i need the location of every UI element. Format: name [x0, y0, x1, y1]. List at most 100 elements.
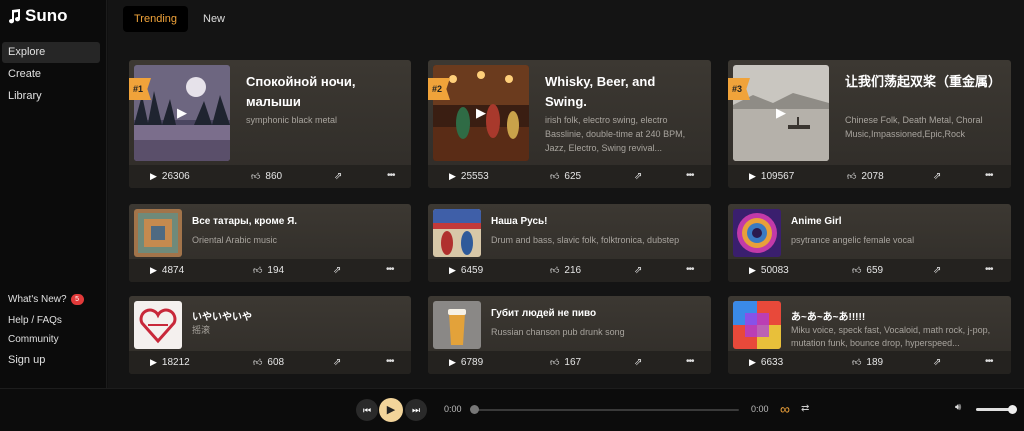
more-icon[interactable]: •••: [686, 170, 694, 181]
whats-new-label: What's New?: [8, 294, 67, 305]
suno-logo[interactable]: Suno: [8, 6, 68, 26]
share-icon[interactable]: ⇗: [634, 357, 642, 368]
song-title[interactable]: Все татары, кроме Я.: [192, 216, 402, 227]
featured-song-card[interactable]: ▶ #3 让我们荡起双桨（重金属） Chinese Folk, Death Me…: [728, 60, 1011, 188]
volume-icon[interactable]: 🔊︎: [955, 402, 961, 413]
play-count-value: 6789: [460, 357, 484, 368]
play-icon: ▶: [749, 171, 756, 181]
play-count[interactable]: ▶ 6789: [449, 357, 483, 368]
song-title[interactable]: Наша Русь!: [491, 216, 701, 227]
play-count[interactable]: ▶ 6633: [749, 357, 783, 368]
more-icon[interactable]: •••: [386, 356, 394, 367]
play-count-value: 6459: [460, 265, 484, 276]
repeat-icon[interactable]: ⇄: [801, 403, 809, 414]
tab-new[interactable]: New: [192, 6, 236, 32]
play-pause-button[interactable]: ▶: [379, 398, 403, 422]
skip-previous-icon[interactable]: ⏮︎: [356, 399, 378, 421]
sidebar-item-library[interactable]: Library: [2, 86, 100, 107]
like-count-value: 194: [267, 265, 285, 276]
like-button[interactable]: 👍︎ 860: [251, 171, 282, 182]
progress-handle[interactable]: [470, 405, 479, 414]
tab-label: New: [203, 13, 226, 25]
song-title[interactable]: Whisky, Beer, and Swing.: [545, 72, 695, 112]
volume-handle[interactable]: [1008, 405, 1017, 414]
play-count[interactable]: ▶ 50083: [749, 265, 789, 276]
skip-next-icon[interactable]: ⏭︎: [405, 399, 427, 421]
infinity-loop-icon[interactable]: ∞: [780, 401, 790, 417]
like-button[interactable]: 👍︎ 608: [253, 357, 284, 368]
song-title[interactable]: あ~あ~あ~あ!!!!!: [791, 308, 1001, 323]
logo-text: Suno: [25, 6, 68, 25]
song-cover[interactable]: [433, 209, 481, 257]
song-card[interactable]: Наша Русь! Drum and bass, slavic folk, f…: [428, 204, 711, 282]
song-tags: 摇滚: [192, 325, 211, 335]
song-card[interactable]: いやいやいや 摇滚 ▶ 18212 👍︎ 608 ⇗ •••: [129, 296, 411, 374]
like-button[interactable]: 👍︎ 659: [852, 265, 883, 276]
play-count[interactable]: ▶ 18212: [150, 357, 190, 368]
like-button[interactable]: 👍︎ 189: [852, 357, 883, 368]
song-title[interactable]: Губит людей не пиво: [491, 308, 701, 319]
share-icon[interactable]: ⇗: [333, 357, 341, 368]
play-count[interactable]: ▶ 6459: [449, 265, 483, 276]
help-faqs-link[interactable]: Help / FAQs: [8, 315, 62, 326]
song-title[interactable]: 让我们荡起双桨（重金属）: [845, 72, 1005, 92]
thumbs-up-icon: 👍︎: [847, 171, 857, 181]
more-icon[interactable]: •••: [387, 170, 395, 181]
like-button[interactable]: 👍︎ 194: [253, 265, 284, 276]
play-count[interactable]: ▶ 25553: [449, 171, 489, 182]
more-icon[interactable]: •••: [386, 264, 394, 275]
suno-app: Suno Explore Create Library What's New? …: [0, 0, 1024, 431]
song-tags: Oriental Arabic music: [192, 235, 278, 245]
song-cover[interactable]: [134, 209, 182, 257]
share-icon[interactable]: ⇗: [933, 265, 941, 276]
like-button[interactable]: 👍︎ 167: [550, 357, 581, 368]
like-count-value: 625: [564, 171, 582, 182]
play-count[interactable]: ▶ 26306: [150, 171, 190, 182]
more-icon[interactable]: •••: [985, 170, 993, 181]
share-icon[interactable]: ⇗: [634, 171, 642, 182]
like-button[interactable]: 👍︎ 2078: [847, 171, 884, 182]
like-count-value: 189: [866, 357, 884, 368]
song-title[interactable]: Спокойной ночи, малыши: [246, 72, 406, 112]
volume-track[interactable]: [976, 408, 1012, 411]
song-card[interactable]: Губит людей не пиво Russian chanson pub …: [428, 296, 711, 374]
community-link[interactable]: Community: [8, 334, 59, 345]
sign-up-link[interactable]: Sign up: [8, 354, 45, 366]
whats-new-link[interactable]: What's New? 5: [8, 294, 84, 305]
song-cover[interactable]: [733, 301, 781, 349]
share-icon[interactable]: ⇗: [933, 357, 941, 368]
song-cover[interactable]: [433, 301, 481, 349]
song-card[interactable]: Anime Girl psytrance angelic female voca…: [728, 204, 1011, 282]
play-count-value: 6633: [760, 357, 784, 368]
progress-track[interactable]: [476, 409, 739, 411]
song-tags: Chinese Folk, Death Metal, Choral Music,…: [845, 115, 983, 139]
song-cover[interactable]: [733, 209, 781, 257]
play-count[interactable]: ▶ 4874: [150, 265, 184, 276]
more-icon[interactable]: •••: [686, 356, 694, 367]
song-title[interactable]: Anime Girl: [791, 216, 1001, 227]
play-count-value: 25553: [460, 171, 489, 182]
share-icon[interactable]: ⇗: [333, 265, 341, 276]
more-icon[interactable]: •••: [985, 264, 993, 275]
more-icon[interactable]: •••: [686, 264, 694, 275]
song-cover[interactable]: [134, 301, 182, 349]
play-icon: ▶: [449, 171, 456, 181]
like-count-value: 659: [866, 265, 884, 276]
share-icon[interactable]: ⇗: [334, 171, 342, 182]
share-icon[interactable]: ⇗: [634, 265, 642, 276]
featured-song-card[interactable]: ▶ #2 Whisky, Beer, and Swing. irish folk…: [428, 60, 711, 188]
featured-song-card[interactable]: ▶ #1 Спокойной ночи, малыши symphonic bl…: [129, 60, 411, 188]
tab-trending[interactable]: Trending: [123, 6, 189, 32]
play-icon: ▶: [449, 357, 456, 367]
sidebar-item-explore[interactable]: Explore: [2, 42, 100, 63]
song-card[interactable]: あ~あ~あ~あ!!!!! Miku voice, speck fast, Voc…: [728, 296, 1011, 374]
more-icon[interactable]: •••: [985, 356, 993, 367]
song-tags: irish folk, electro swing, electro Bassl…: [545, 115, 686, 153]
song-card[interactable]: Все татары, кроме Я. Oriental Arabic mus…: [129, 204, 411, 282]
share-icon[interactable]: ⇗: [933, 171, 941, 182]
like-button[interactable]: 👍︎ 216: [550, 265, 581, 276]
play-count[interactable]: ▶ 109567: [749, 171, 794, 182]
sidebar-item-create[interactable]: Create: [2, 64, 100, 85]
song-title[interactable]: いやいやいや: [192, 308, 402, 323]
like-button[interactable]: 👍︎ 625: [550, 171, 581, 182]
